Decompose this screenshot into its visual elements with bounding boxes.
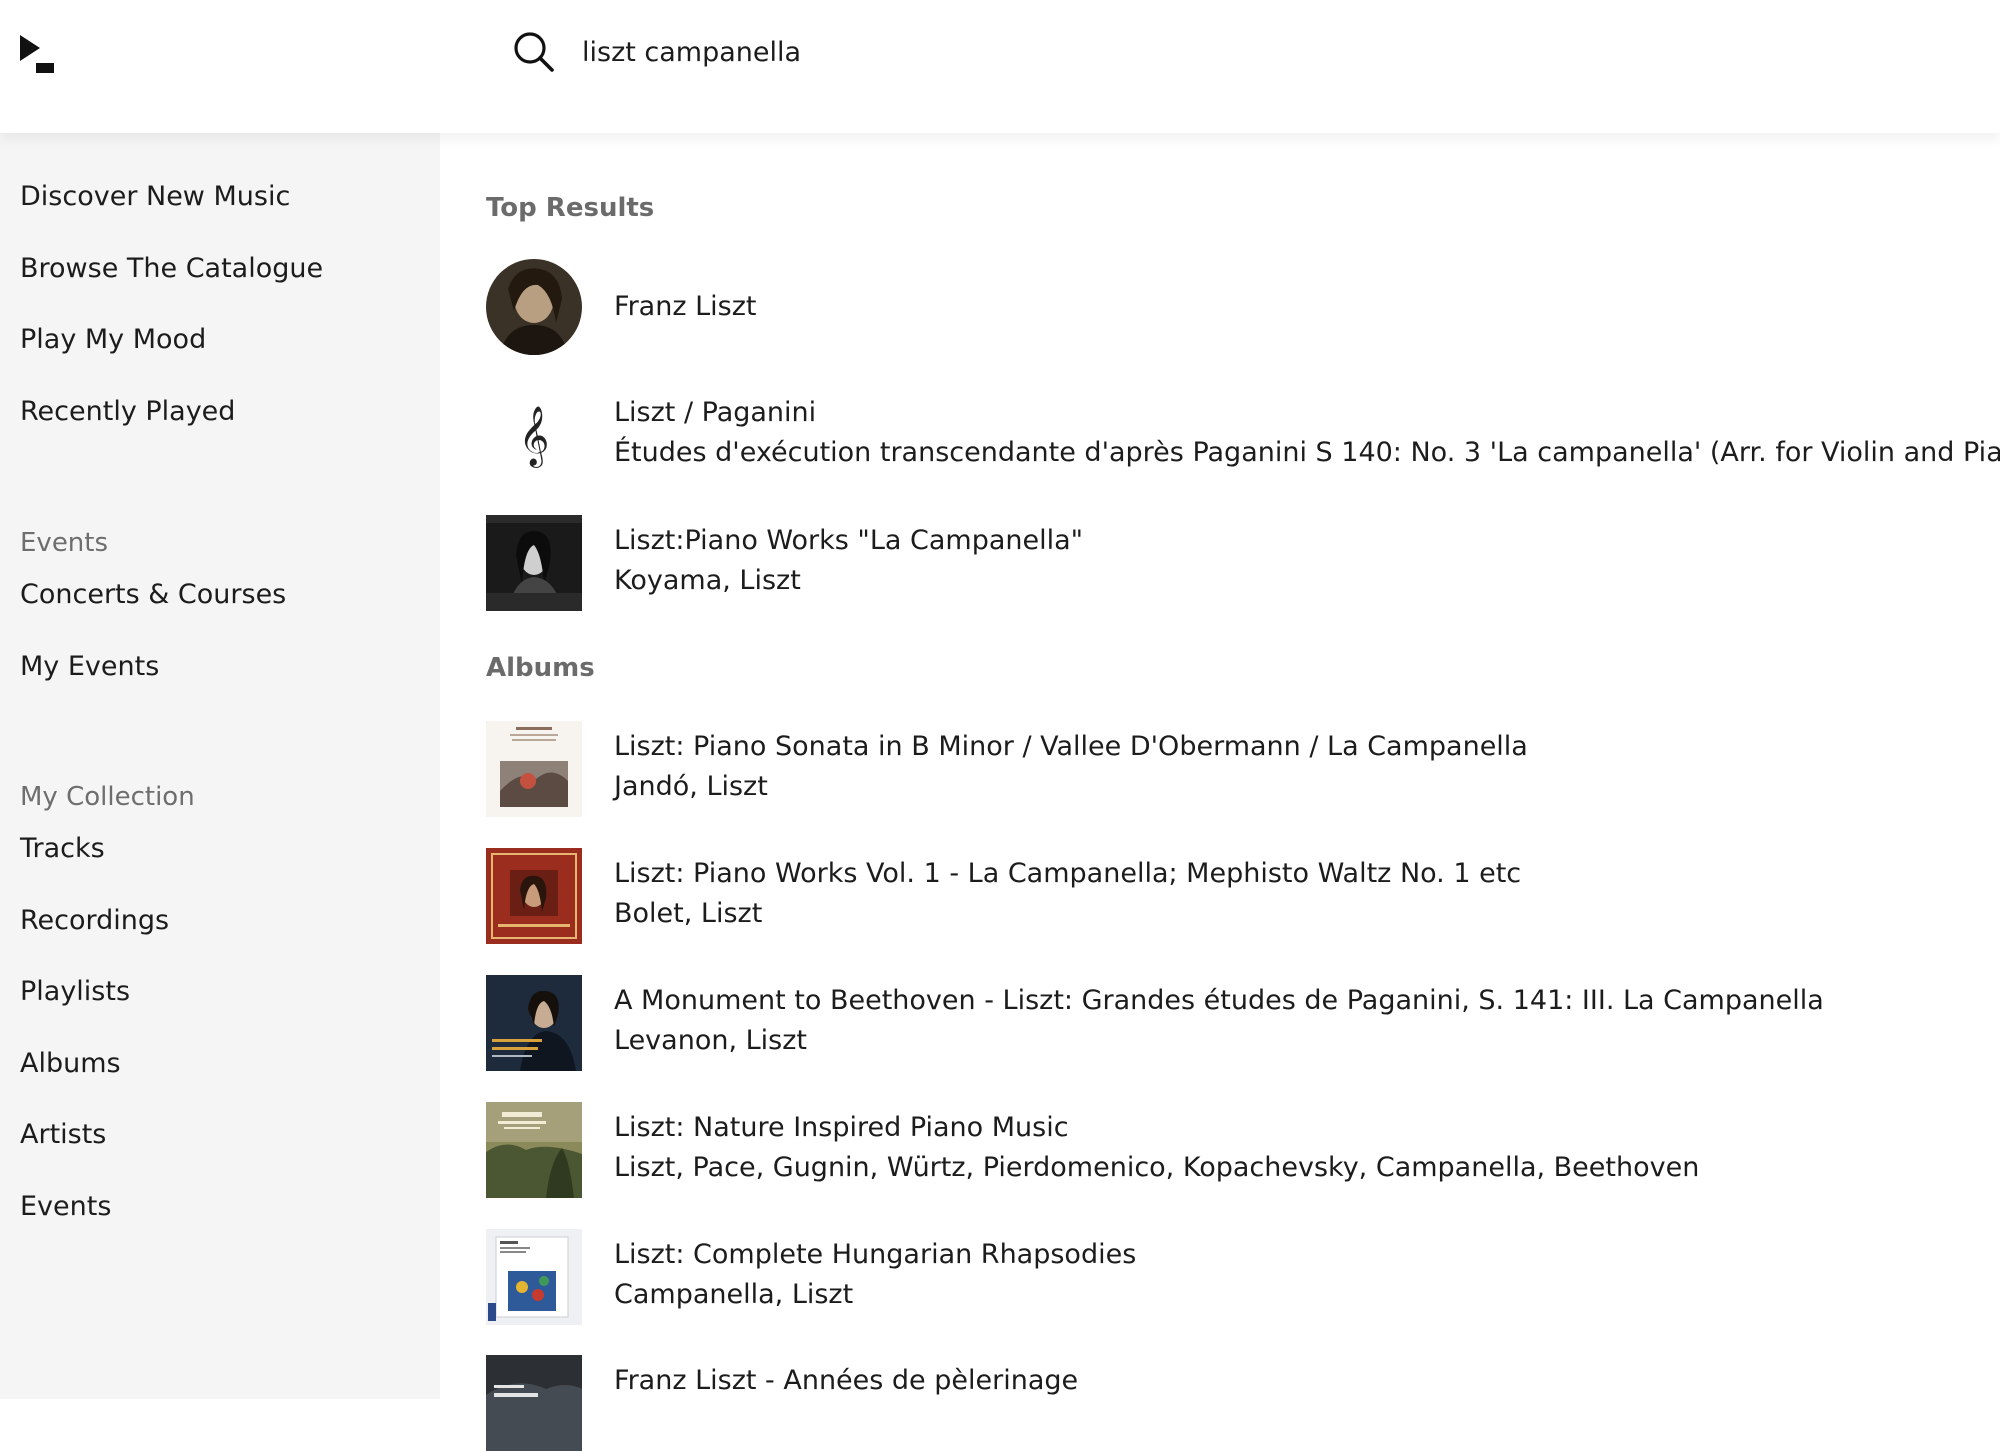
result-title: Liszt: Piano Works Vol. 1 - La Campanell…	[614, 858, 1522, 889]
sidebar: Discover New Music Browse The Catalogue …	[0, 133, 440, 1399]
album-item[interactable]: Liszt: Piano Works Vol. 1 - La Campanell…	[486, 848, 2000, 944]
result-title: Franz Liszt	[614, 291, 757, 322]
sidebar-item-artists[interactable]: Artists	[20, 1119, 106, 1150]
result-text: Liszt: Nature Inspired Piano Music Liszt…	[614, 1108, 1699, 1188]
sidebar-heading-my-collection: My Collection	[20, 782, 195, 812]
search-bar	[512, 28, 1282, 76]
result-subtitle: Levanon, Liszt	[614, 1025, 807, 1056]
artist-avatar	[486, 259, 582, 355]
result-title: A Monument to Beethoven - Liszt: Grandes…	[614, 985, 1824, 1016]
result-text: Franz Liszt	[614, 287, 756, 327]
result-text: Franz Liszt - Années de pèlerinage	[614, 1361, 1078, 1401]
treble-clef-icon: 𝄞	[486, 387, 582, 483]
result-text: Liszt: Piano Works Vol. 1 - La Campanell…	[614, 854, 1521, 934]
result-title: Liszt:Piano Works "La Campanella"	[614, 525, 1084, 556]
result-text: Liszt: Piano Sonata in B Minor / Vallee …	[614, 727, 1528, 807]
album-item[interactable]: Liszt: Complete Hungarian Rhapsodies Cam…	[486, 1229, 2000, 1325]
result-text: Liszt: Complete Hungarian Rhapsodies Cam…	[614, 1235, 1136, 1315]
album-cover	[486, 1355, 582, 1451]
sidebar-item-concerts-courses[interactable]: Concerts & Courses	[20, 579, 286, 610]
result-artist[interactable]: Franz Liszt	[486, 259, 2000, 355]
result-title: Liszt: Complete Hungarian Rhapsodies	[614, 1239, 1137, 1270]
result-subtitle: Koyama, Liszt	[614, 565, 801, 596]
sidebar-item-my-events[interactable]: My Events	[20, 651, 159, 682]
sidebar-heading-events: Events	[20, 528, 109, 558]
sidebar-item-browse-the-catalogue[interactable]: Browse The Catalogue	[20, 253, 323, 284]
search-results: Top Results Franz Liszt 𝄞 Liszt / Pagani…	[440, 133, 2000, 1451]
result-subtitle: Campanella, Liszt	[614, 1279, 854, 1310]
album-cover	[486, 515, 582, 611]
result-text: Liszt / Paganini Études d'exécution tran…	[614, 393, 2000, 473]
sidebar-item-play-my-mood[interactable]: Play My Mood	[20, 324, 206, 355]
album-cover	[486, 1102, 582, 1198]
search-icon[interactable]	[512, 30, 556, 74]
result-title: Franz Liszt - Années de pèlerinage	[614, 1365, 1079, 1396]
result-subtitle: Jandó, Liszt	[614, 771, 768, 802]
result-subtitle: Bolet, Liszt	[614, 898, 763, 929]
album-item[interactable]: A Monument to Beethoven - Liszt: Grandes…	[486, 975, 2000, 1071]
result-album[interactable]: Liszt:Piano Works "La Campanella" Koyama…	[486, 515, 2000, 611]
sidebar-item-tracks[interactable]: Tracks	[20, 833, 105, 864]
sidebar-item-recordings[interactable]: Recordings	[20, 905, 169, 936]
result-title: Liszt: Piano Sonata in B Minor / Vallee …	[614, 731, 1528, 762]
album-cover	[486, 975, 582, 1071]
result-text: A Monument to Beethoven - Liszt: Grandes…	[614, 981, 1824, 1061]
search-input[interactable]	[582, 36, 1282, 68]
result-subtitle: Études d'exécution transcendante d'après…	[614, 437, 2000, 468]
result-subtitle: Liszt, Pace, Gugnin, Würtz, Pierdomenico…	[614, 1152, 1700, 1183]
album-item[interactable]: Franz Liszt - Années de pèlerinage	[486, 1355, 2000, 1451]
sidebar-item-playlists[interactable]: Playlists	[20, 976, 130, 1007]
sidebar-item-recently-played[interactable]: Recently Played	[20, 396, 235, 427]
top-bar	[0, 0, 2000, 133]
album-item[interactable]: Liszt: Nature Inspired Piano Music Liszt…	[486, 1102, 2000, 1198]
top-results-heading: Top Results	[486, 193, 655, 223]
album-cover	[486, 848, 582, 944]
result-title: Liszt: Nature Inspired Piano Music	[614, 1112, 1069, 1143]
svg-text:𝄞: 𝄞	[519, 406, 550, 468]
result-text: Liszt:Piano Works "La Campanella" Koyama…	[614, 521, 1083, 601]
logo-icon[interactable]	[18, 33, 56, 75]
sidebar-item-events[interactable]: Events	[20, 1191, 111, 1222]
sidebar-item-albums[interactable]: Albums	[20, 1048, 121, 1079]
result-title: Liszt / Paganini	[614, 397, 817, 428]
result-track[interactable]: 𝄞 Liszt / Paganini Études d'exécution tr…	[486, 387, 2000, 483]
album-cover	[486, 1229, 582, 1325]
albums-heading: Albums	[486, 653, 595, 683]
album-item[interactable]: Liszt: Piano Sonata in B Minor / Vallee …	[486, 721, 2000, 817]
sidebar-item-discover-new-music[interactable]: Discover New Music	[20, 181, 290, 212]
album-cover	[486, 721, 582, 817]
